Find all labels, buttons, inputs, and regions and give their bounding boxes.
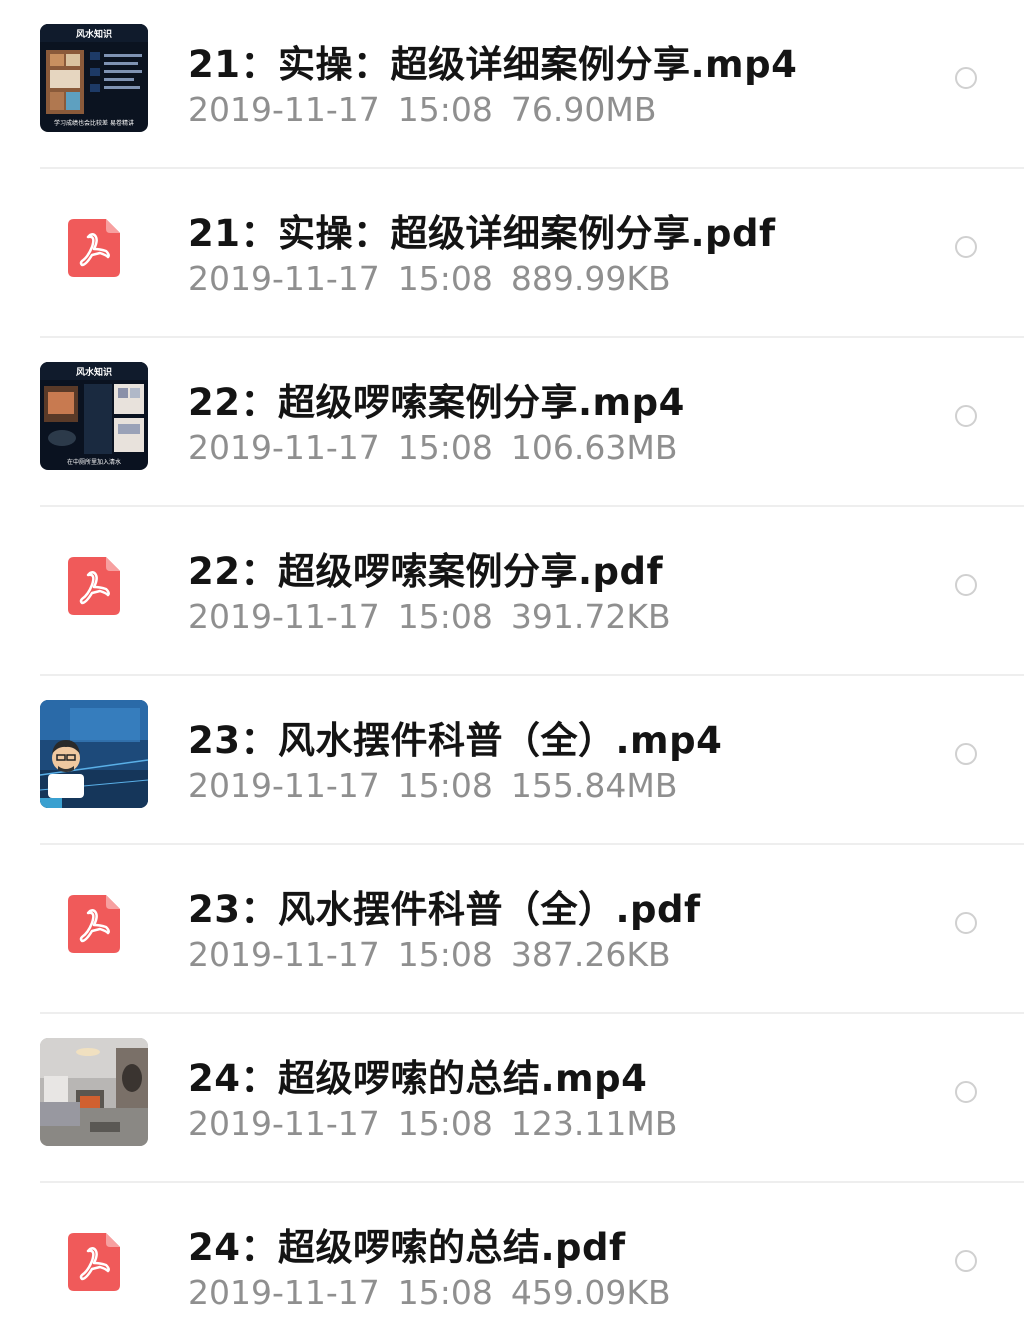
file-date: 2019-11-17 [188, 259, 380, 298]
file-meta: 2019-11-17 15:08 391.72KB [188, 597, 671, 636]
file-time: 15:08 [397, 597, 493, 636]
thumb-title: 风水知识 [76, 366, 112, 378]
file-meta: 2019-11-17 15:08 76.90MB [188, 90, 656, 129]
file-list: 风水知识 学习成绩也会比较差 易卷精讲 21：实操：超级详细案例分享.mp4 2… [0, 0, 1024, 1335]
file-row[interactable]: 24：超级啰嗦的总结.pdf 2019-11-17 15:08 459.09KB [0, 1183, 1024, 1335]
file-size: 889.99KB [510, 259, 671, 298]
file-row[interactable]: 23：风水摆件科普（全）.mp4 2019-11-17 15:08 155.84MB [0, 676, 1024, 845]
file-row[interactable]: 22：超级啰嗦案例分享.pdf 2019-11-17 15:08 391.72KB [0, 507, 1024, 676]
file-meta: 2019-11-17 15:08 387.26KB [188, 935, 671, 974]
file-row[interactable]: 风水知识 学习成绩也会比较差 易卷精讲 21：实操：超级详细案例分享.mp4 2… [0, 0, 1024, 169]
file-date: 2019-11-17 [188, 766, 380, 805]
file-name: 22：超级啰嗦案例分享.mp4 [188, 381, 685, 424]
radio-circle-icon[interactable] [955, 574, 977, 596]
file-name: 24：超级啰嗦的总结.pdf [188, 1226, 626, 1269]
file-size: 387.26KB [510, 935, 671, 974]
pdf-file-icon [68, 219, 120, 277]
file-size: 459.09KB [510, 1273, 671, 1312]
file-row[interactable]: 23：风水摆件科普（全）.pdf 2019-11-17 15:08 387.26KB [0, 845, 1024, 1014]
file-time: 15:08 [397, 766, 493, 805]
file-row[interactable]: 风水知识 在中厕所里加入清水 22：超级啰嗦案例分享.mp4 2019-11-1… [0, 338, 1024, 507]
file-date: 2019-11-17 [188, 90, 380, 129]
radio-circle-icon[interactable] [955, 1250, 977, 1272]
file-time: 15:08 [397, 428, 493, 467]
file-time: 15:08 [397, 259, 493, 298]
radio-circle-icon[interactable] [955, 743, 977, 765]
file-name: 23：风水摆件科普（全）.mp4 [188, 719, 723, 762]
file-date: 2019-11-17 [188, 935, 380, 974]
file-size: 155.84MB [510, 766, 678, 805]
file-name: 22：超级啰嗦案例分享.pdf [188, 550, 664, 593]
file-date: 2019-11-17 [188, 597, 380, 636]
video-thumbnail: 风水知识 在中厕所里加入清水 [40, 362, 148, 470]
file-time: 15:08 [397, 90, 493, 129]
pdf-file-icon [68, 1233, 120, 1291]
pdf-file-icon [68, 895, 120, 953]
file-size: 123.11MB [510, 1104, 678, 1143]
file-row[interactable]: 24：超级啰嗦的总结.mp4 2019-11-17 15:08 123.11MB [0, 1014, 1024, 1183]
file-row[interactable]: 21：实操：超级详细案例分享.pdf 2019-11-17 15:08 889.99… [0, 169, 1024, 338]
file-time: 15:08 [397, 1273, 493, 1312]
video-thumbnail [40, 1038, 148, 1146]
file-meta: 2019-11-17 15:08 459.09KB [188, 1273, 671, 1312]
video-thumbnail [40, 700, 148, 808]
file-meta: 2019-11-17 15:08 155.84MB [188, 766, 677, 805]
radio-circle-icon[interactable] [955, 67, 977, 89]
radio-circle-icon[interactable] [955, 236, 977, 258]
video-thumbnail: 风水知识 学习成绩也会比较差 易卷精讲 [40, 24, 148, 132]
file-meta: 2019-11-17 15:08 889.99KB [188, 259, 671, 298]
radio-circle-icon[interactable] [955, 1081, 977, 1103]
file-date: 2019-11-17 [188, 428, 380, 467]
file-name: 21：实操：超级详细案例分享.mp4 [188, 43, 798, 86]
file-name: 24：超级啰嗦的总结.mp4 [188, 1057, 648, 1100]
file-size: 106.63MB [510, 428, 678, 467]
file-meta: 2019-11-17 15:08 123.11MB [188, 1104, 677, 1143]
file-size: 76.90MB [510, 90, 657, 129]
pdf-file-icon [68, 557, 120, 615]
file-name: 21：实操：超级详细案例分享.pdf [188, 212, 776, 255]
thumb-title: 风水知识 [76, 28, 112, 40]
file-time: 15:08 [397, 1104, 493, 1143]
thumb-caption: 学习成绩也会比较差 易卷精讲 [54, 119, 134, 127]
radio-circle-icon[interactable] [955, 912, 977, 934]
thumb-caption: 在中厕所里加入清水 [67, 458, 121, 466]
file-date: 2019-11-17 [188, 1273, 380, 1312]
file-date: 2019-11-17 [188, 1104, 380, 1143]
radio-circle-icon[interactable] [955, 405, 977, 427]
file-meta: 2019-11-17 15:08 106.63MB [188, 428, 677, 467]
file-size: 391.72KB [510, 597, 671, 636]
file-name: 23：风水摆件科普（全）.pdf [188, 888, 701, 931]
file-time: 15:08 [397, 935, 493, 974]
